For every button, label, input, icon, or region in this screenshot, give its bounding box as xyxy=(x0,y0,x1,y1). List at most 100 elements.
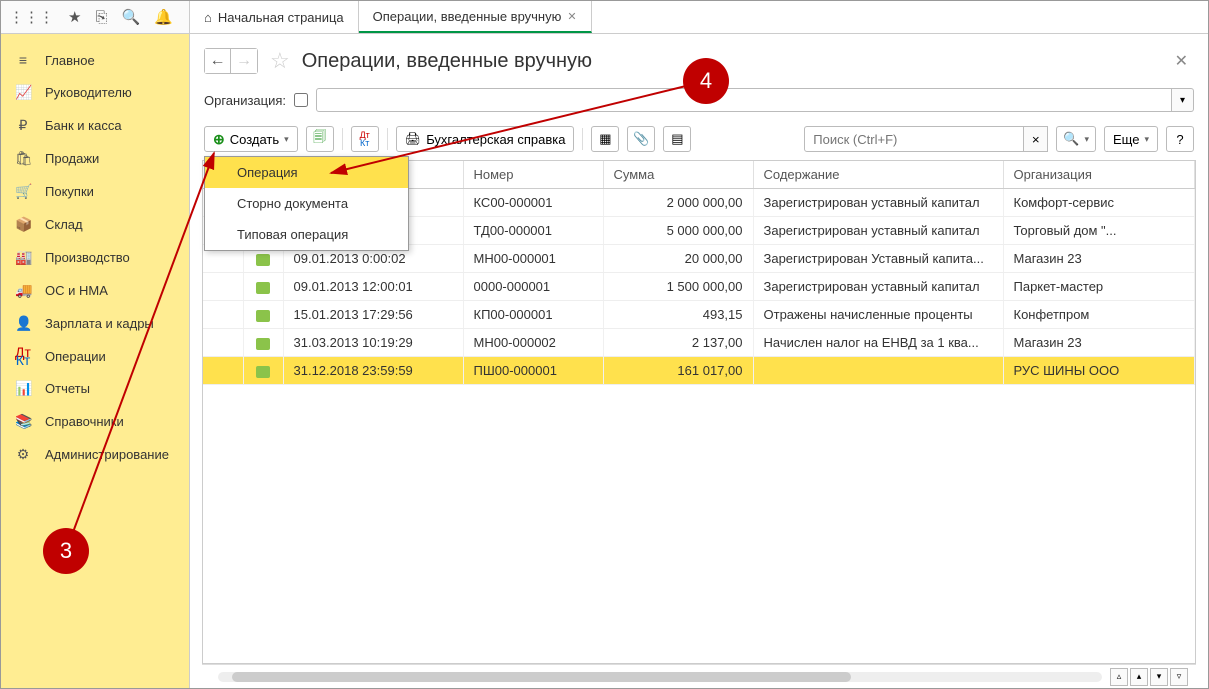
org-checkbox[interactable] xyxy=(294,93,308,107)
create-menu-operation[interactable]: Операция xyxy=(205,157,408,188)
org-dropdown-button[interactable]: ▾ xyxy=(1172,88,1194,112)
box-icon: 📦 xyxy=(15,216,31,233)
search-button[interactable]: 🔍▾ xyxy=(1056,126,1096,152)
sidebar-item-admin[interactable]: ⚙Администрирование xyxy=(1,438,189,471)
table-row[interactable]: 31.12.2018 23:59:59ПШ00-000001161 017,00… xyxy=(203,357,1195,385)
chevron-down-icon: ▾ xyxy=(284,134,289,145)
cell-number: ТД00-000001 xyxy=(463,217,603,245)
magnifier-icon: 🔍 xyxy=(1063,131,1079,147)
page-title: Операции, введенные вручную xyxy=(302,50,592,73)
table-row[interactable]: 15.01.2013 17:29:56КП00-000001493,15Отра… xyxy=(203,301,1195,329)
cell-sum: 2 137,00 xyxy=(603,329,753,357)
more-button[interactable]: Еще▾ xyxy=(1104,126,1158,152)
create-menu-storno[interactable]: Сторно документа xyxy=(205,188,408,219)
scroll-bottom-button[interactable]: ▿ xyxy=(1170,668,1188,686)
scroll-down-button[interactable]: ▾ xyxy=(1150,668,1168,686)
search-icon[interactable]: 🔍 xyxy=(121,8,140,26)
cell-number: КП00-000001 xyxy=(463,301,603,329)
org-input[interactable] xyxy=(316,88,1172,112)
create-menu-template[interactable]: Типовая операция xyxy=(205,219,408,250)
cell-sum: 20 000,00 xyxy=(603,245,753,273)
dtkt-button[interactable]: ДтКт xyxy=(351,126,379,152)
sidebar-item-assets[interactable]: 🚚ОС и НМА xyxy=(1,274,189,307)
sidebar-item-reports[interactable]: 📊Отчеты xyxy=(1,372,189,405)
cell-content xyxy=(753,357,1003,385)
org-label: Организация: xyxy=(204,93,286,108)
back-button[interactable]: ← xyxy=(205,49,231,73)
notifications-icon[interactable]: 🔔 xyxy=(154,8,173,26)
cell-content: Зарегистрирован Уставный капита... xyxy=(753,245,1003,273)
sidebar: ≡Главное 📈Руководителю ₽Банк и касса 🛍Пр… xyxy=(1,34,190,688)
cell-number: ПШ00-000001 xyxy=(463,357,603,385)
document-icon xyxy=(256,366,270,378)
plus-icon: ⊕ xyxy=(213,131,225,148)
search-clear-button[interactable]: × xyxy=(1024,126,1048,152)
table-row[interactable]: 31.03.2013 10:19:29МН00-0000022 137,00На… xyxy=(203,329,1195,357)
gear-icon: ⚙ xyxy=(15,446,31,463)
favorite-star-icon[interactable]: ☆ xyxy=(270,48,290,74)
help-button[interactable]: ? xyxy=(1166,126,1194,152)
sidebar-item-purchases[interactable]: 🛒Покупки xyxy=(1,175,189,208)
search-input[interactable] xyxy=(804,126,1024,152)
printer-icon: 🖨 xyxy=(405,131,422,147)
sidebar-item-sales[interactable]: 🛍Продажи xyxy=(1,142,189,175)
cell-sum: 161 017,00 xyxy=(603,357,753,385)
home-icon: ⌂ xyxy=(204,10,212,25)
cell-number: МН00-000002 xyxy=(463,329,603,357)
history-icon[interactable]: ⎘ xyxy=(95,9,107,26)
tab-home-label: Начальная страница xyxy=(218,10,344,25)
close-page-icon[interactable]: ✕ xyxy=(1175,51,1194,71)
person-icon: 👤 xyxy=(15,315,31,332)
cell-org: Магазин 23 xyxy=(1003,329,1195,357)
col-content[interactable]: Содержание xyxy=(753,161,1003,189)
top-icon-bar: ⋮⋮⋮ ★ ⎘ 🔍 🔔 xyxy=(1,1,190,33)
list-button[interactable]: ▤ xyxy=(663,126,691,152)
cell-content: Зарегистрирован уставный капитал xyxy=(753,189,1003,217)
attach-button[interactable]: 📎 xyxy=(627,126,655,152)
bag-icon: 🛍 xyxy=(15,150,31,167)
col-sum[interactable]: Сумма xyxy=(603,161,753,189)
sidebar-item-operations[interactable]: ДтКтОперации xyxy=(1,340,189,372)
cell-date: 31.03.2013 10:19:29 xyxy=(283,329,463,357)
col-number[interactable]: Номер xyxy=(463,161,603,189)
document-icon xyxy=(256,310,270,322)
document-icon xyxy=(256,254,270,266)
scroll-top-button[interactable]: ▵ xyxy=(1110,668,1128,686)
create-button[interactable]: ⊕ Создать ▾ xyxy=(204,126,298,152)
cell-number: МН00-000001 xyxy=(463,245,603,273)
sidebar-item-manager[interactable]: 📈Руководителю xyxy=(1,76,189,109)
copy-icon: 🗐 xyxy=(313,128,326,150)
nav-buttons: ← → xyxy=(204,48,258,74)
sidebar-item-directories[interactable]: 📚Справочники xyxy=(1,405,189,438)
register-button[interactable]: ▦ xyxy=(591,126,619,152)
forward-button[interactable]: → xyxy=(231,49,257,73)
tab-operations[interactable]: Операции, введенные вручную ✕ xyxy=(359,1,592,33)
sidebar-item-warehouse[interactable]: 📦Склад xyxy=(1,208,189,241)
tab-close-icon[interactable]: ✕ xyxy=(567,10,576,23)
menu-icon: ≡ xyxy=(15,52,31,68)
sidebar-item-salary[interactable]: 👤Зарплата и кадры xyxy=(1,307,189,340)
table-row[interactable]: 09.01.2013 12:00:010000-0000011 500 000,… xyxy=(203,273,1195,301)
cell-org: Магазин 23 xyxy=(1003,245,1195,273)
cell-content: Зарегистрирован уставный капитал xyxy=(753,273,1003,301)
create-menu: Операция Сторно документа Типовая операц… xyxy=(204,156,409,251)
sidebar-item-main[interactable]: ≡Главное xyxy=(1,44,189,76)
bars-icon: 📊 xyxy=(15,380,31,397)
callout-4: 4 xyxy=(683,58,729,104)
apps-icon[interactable]: ⋮⋮⋮ xyxy=(9,8,54,26)
cell-org: Паркет-мастер xyxy=(1003,273,1195,301)
cell-org: Торговый дом "... xyxy=(1003,217,1195,245)
print-spravka-button[interactable]: 🖨 Бухгалтерская справка xyxy=(396,126,575,152)
sidebar-item-production[interactable]: 🏭Производство xyxy=(1,241,189,274)
tab-home[interactable]: ⌂ Начальная страница xyxy=(190,1,359,33)
copy-button[interactable]: 🗐 xyxy=(306,126,334,152)
col-org[interactable]: Организация xyxy=(1003,161,1195,189)
dtkt-icon: ДтКт xyxy=(15,348,31,364)
sidebar-item-bank[interactable]: ₽Банк и касса xyxy=(1,109,189,142)
cart-icon: 🛒 xyxy=(15,183,31,200)
cell-sum: 2 000 000,00 xyxy=(603,189,753,217)
scroll-up-button[interactable]: ▴ xyxy=(1130,668,1148,686)
favorites-icon[interactable]: ★ xyxy=(68,8,81,26)
cell-date: 15.01.2013 17:29:56 xyxy=(283,301,463,329)
h-scrollbar[interactable] xyxy=(218,672,1102,682)
